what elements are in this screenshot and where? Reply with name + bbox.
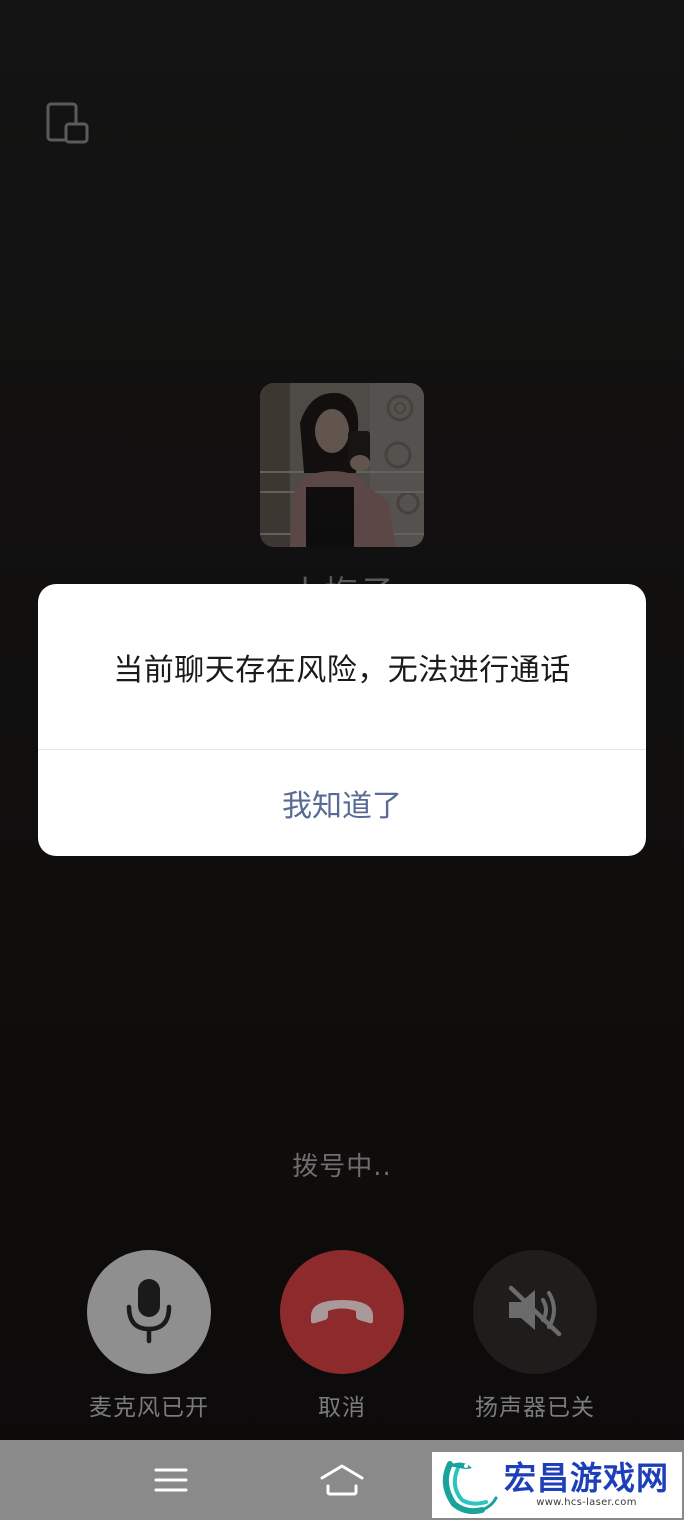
voice-call-screen: 小梅子 当前聊天存在风险，无法进行通话 我知道了 拨号中.. [0, 0, 684, 1520]
microphone-toggle-button[interactable] [87, 1250, 211, 1374]
watermark-url: www.hcs-laser.com [536, 1497, 637, 1508]
watermark-title: 宏昌游戏网 [504, 1459, 670, 1497]
hang-up-button[interactable] [280, 1250, 404, 1374]
acknowledge-button[interactable]: 我知道了 [38, 750, 646, 856]
home-icon[interactable] [318, 1460, 366, 1500]
microphone-label: 麦克风已开 [89, 1395, 209, 1421]
hang-up-label: 取消 [318, 1395, 366, 1421]
hang-up-icon [307, 1290, 377, 1334]
call-status: 拨号中.. [292, 1152, 392, 1182]
speaker-toggle-button[interactable] [473, 1250, 597, 1374]
speaker-muted-icon [503, 1280, 567, 1344]
dialog-message: 当前聊天存在风险，无法进行通话 [113, 652, 571, 688]
microphone-icon [119, 1275, 179, 1349]
floating-window-icon[interactable] [44, 100, 92, 148]
site-watermark: 宏昌游戏网 www.hcs-laser.com [432, 1452, 682, 1518]
speaker-label: 扬声器已关 [475, 1395, 595, 1421]
dragon-logo-icon [436, 1454, 500, 1516]
risk-alert-dialog: 当前聊天存在风险，无法进行通话 我知道了 [38, 584, 646, 856]
caller-avatar [260, 383, 424, 547]
menu-icon[interactable] [150, 1462, 192, 1498]
